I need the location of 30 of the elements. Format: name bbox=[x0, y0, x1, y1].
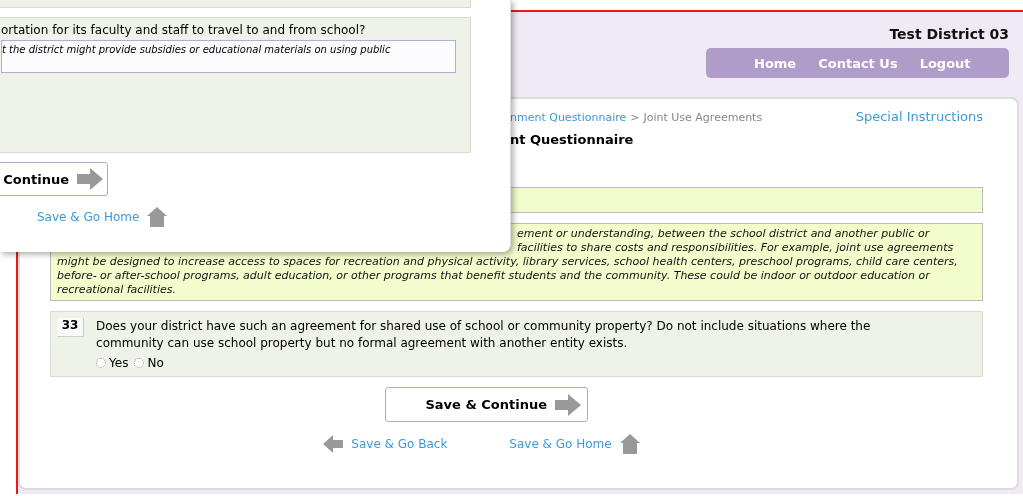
save-go-back-link[interactable]: Save & Go Back bbox=[351, 437, 448, 451]
nav-link[interactable]: Contact Us bbox=[818, 55, 898, 71]
option-label: No bbox=[147, 356, 164, 370]
page-title: nt Questionnaire bbox=[509, 132, 635, 147]
save-go-home-link[interactable]: Save & Go Home bbox=[37, 210, 140, 224]
question-text: ortation for its faculty and staff to travel to and from school? bbox=[1, 23, 367, 37]
nav-link[interactable]: Home bbox=[754, 55, 797, 71]
continue-button[interactable]: Continue bbox=[0, 162, 108, 196]
house-icon bbox=[619, 434, 640, 454]
right-arrow-icon bbox=[77, 168, 103, 190]
save-go-home-link[interactable]: Save & Go Home bbox=[509, 437, 612, 451]
house-icon bbox=[147, 207, 168, 227]
right-arrow-icon bbox=[555, 393, 581, 416]
save-continue-button[interactable]: Save & Continue bbox=[385, 387, 588, 422]
left-arrow-icon bbox=[323, 435, 344, 453]
option-label: Yes bbox=[109, 356, 129, 370]
question-number: 33 bbox=[57, 318, 85, 337]
nav-link[interactable]: Logout bbox=[919, 55, 971, 71]
question-text: Does your district have such an agreement for shared use of school or community property? Do not include situations where the community can use school property but no formal agreement with another entity exists. bbox=[96, 318, 872, 352]
breadcrumb-separator: > bbox=[630, 111, 640, 124]
breadcrumb-current: Joint Use Agreements bbox=[643, 111, 763, 124]
breadcrumb-link[interactable]: nment Questionnaire bbox=[510, 111, 627, 124]
district-name: Test District 03 bbox=[889, 26, 1009, 42]
radio-button[interactable] bbox=[96, 358, 107, 368]
description-text: ement or understanding, between the school district and another public or bbox=[517, 227, 931, 241]
description-text: might be designed to increase access to spaces for recreation and physical activity, library services, school health centers, preschool programs, child care centers, before- or after-school programs, adult education, or other programs that benefit students and the community. These could be indoor or outdoor education or recreational facilities. bbox=[57, 255, 959, 297]
special-instructions-link[interactable]: Special Instructions bbox=[855, 109, 983, 124]
answer-field[interactable]: t the district might provide subsidies or educational materials on using public bbox=[1, 40, 456, 73]
radio-button[interactable] bbox=[134, 358, 145, 368]
description-text: facilities to share costs and responsibilities. For example, joint use agreements bbox=[517, 241, 955, 255]
